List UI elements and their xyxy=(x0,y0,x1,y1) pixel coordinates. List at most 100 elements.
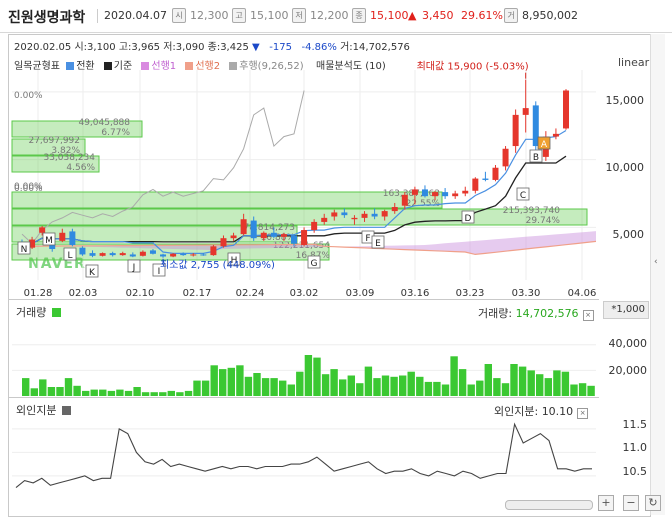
volume-bar xyxy=(167,390,175,396)
volume-bar xyxy=(219,369,227,396)
candle-body xyxy=(401,194,408,206)
x-tick-label: 04.06 xyxy=(568,288,597,299)
candle-body xyxy=(220,238,227,247)
marker-N: N xyxy=(17,241,31,255)
marker-label: N xyxy=(21,245,28,255)
candle-body xyxy=(230,235,237,239)
volume-bar xyxy=(253,373,261,396)
volume-profile-label: 33,038,234 xyxy=(43,153,95,163)
candle-body xyxy=(421,189,428,197)
volume-bar xyxy=(270,378,278,396)
volume-bar xyxy=(116,389,124,396)
candle-body xyxy=(240,219,247,235)
x-tick-label: 01.28 xyxy=(24,288,53,299)
volume-bar xyxy=(56,387,64,396)
volume-profile-label: 215,393,740 xyxy=(503,206,561,216)
volume-bar xyxy=(296,371,304,396)
candle-body xyxy=(180,253,187,256)
x-tick-label: 02.24 xyxy=(236,288,265,299)
candle-body xyxy=(59,232,66,241)
candle-body xyxy=(371,213,378,217)
candle-body xyxy=(250,220,257,239)
volume-bar xyxy=(304,355,313,396)
volume-bar xyxy=(407,371,415,396)
volume-bar xyxy=(501,383,510,396)
candle-body xyxy=(210,246,217,256)
volume-bar xyxy=(90,389,98,396)
marker-J: J xyxy=(127,259,141,273)
x-tick-label: 03.02 xyxy=(290,288,319,299)
candle-body xyxy=(391,207,398,212)
volume-bar xyxy=(124,390,133,396)
volume-bar xyxy=(287,384,295,396)
marker-label: F xyxy=(365,234,370,244)
x-tick-label: 03.09 xyxy=(346,288,375,299)
volume-bar xyxy=(330,369,338,396)
marker-G: G xyxy=(307,255,321,269)
volume-bar xyxy=(133,387,141,396)
volume-profile-label: 27,697,992 xyxy=(28,136,80,146)
volume-bar xyxy=(201,380,210,396)
volume-bar xyxy=(210,365,218,396)
volume-profile-pct: 29.74% xyxy=(526,216,561,226)
candle-body xyxy=(472,178,479,191)
volume-bar xyxy=(30,388,38,396)
marker-label: A xyxy=(541,140,548,150)
marker-label: L xyxy=(67,251,72,261)
volume-bar xyxy=(313,357,321,396)
volume-bar xyxy=(441,384,450,396)
volume-profile-pct: 0.00% xyxy=(14,91,43,101)
volume-bar xyxy=(381,375,390,396)
volume-bar xyxy=(321,374,330,396)
volume-bar xyxy=(433,381,441,396)
candle-body xyxy=(311,221,318,231)
x-tick-label: 03.16 xyxy=(401,288,430,299)
x-tick-label: 02.10 xyxy=(126,288,155,299)
volume-bar xyxy=(39,379,47,396)
candle-body xyxy=(99,253,106,256)
marker-label: B xyxy=(533,153,539,163)
volume-bar xyxy=(587,385,595,396)
volume-bar xyxy=(244,376,253,396)
marker-D: D xyxy=(461,210,475,224)
marker-L: L xyxy=(63,247,77,261)
candle-body xyxy=(492,167,499,180)
volume-bar xyxy=(73,385,81,396)
candle-body xyxy=(321,217,328,222)
candle-body xyxy=(119,253,126,256)
volume-bar xyxy=(227,367,235,396)
volume-bar xyxy=(176,392,184,396)
volume-bar xyxy=(193,380,201,396)
marker-E: E xyxy=(371,235,385,249)
volume-bar xyxy=(356,383,364,396)
candle-body xyxy=(452,193,459,197)
volume-bar xyxy=(141,392,150,396)
volume-bar xyxy=(150,392,158,396)
volume-bar xyxy=(553,370,561,396)
volume-bar xyxy=(484,364,492,396)
candle-body xyxy=(280,234,287,237)
candle-body xyxy=(69,231,76,245)
volume-bar xyxy=(99,389,107,396)
volume-profile-pct: 6.77% xyxy=(101,128,130,138)
volume-bar xyxy=(450,356,458,396)
max-value-label: 최대값 15,900 (-5.03%) xyxy=(417,61,529,73)
candle-body xyxy=(109,253,116,256)
volume-bar xyxy=(82,390,90,396)
volume-bar xyxy=(544,378,552,396)
candle-body xyxy=(482,178,489,180)
candle-body xyxy=(563,90,569,129)
volume-bar xyxy=(527,370,535,396)
candle-body xyxy=(301,230,308,245)
marker-label: E xyxy=(375,239,381,249)
volume-bar xyxy=(578,383,587,396)
volume-bar xyxy=(510,364,518,396)
volume-bar xyxy=(159,392,167,396)
marker-A: A xyxy=(537,136,551,150)
volume-bar xyxy=(279,380,287,396)
candle-body xyxy=(89,253,96,256)
volume-bar xyxy=(424,381,433,396)
volume-bar xyxy=(467,384,475,396)
volume-profile-pct: 0.00% xyxy=(14,182,43,192)
volume-bar xyxy=(64,378,73,396)
